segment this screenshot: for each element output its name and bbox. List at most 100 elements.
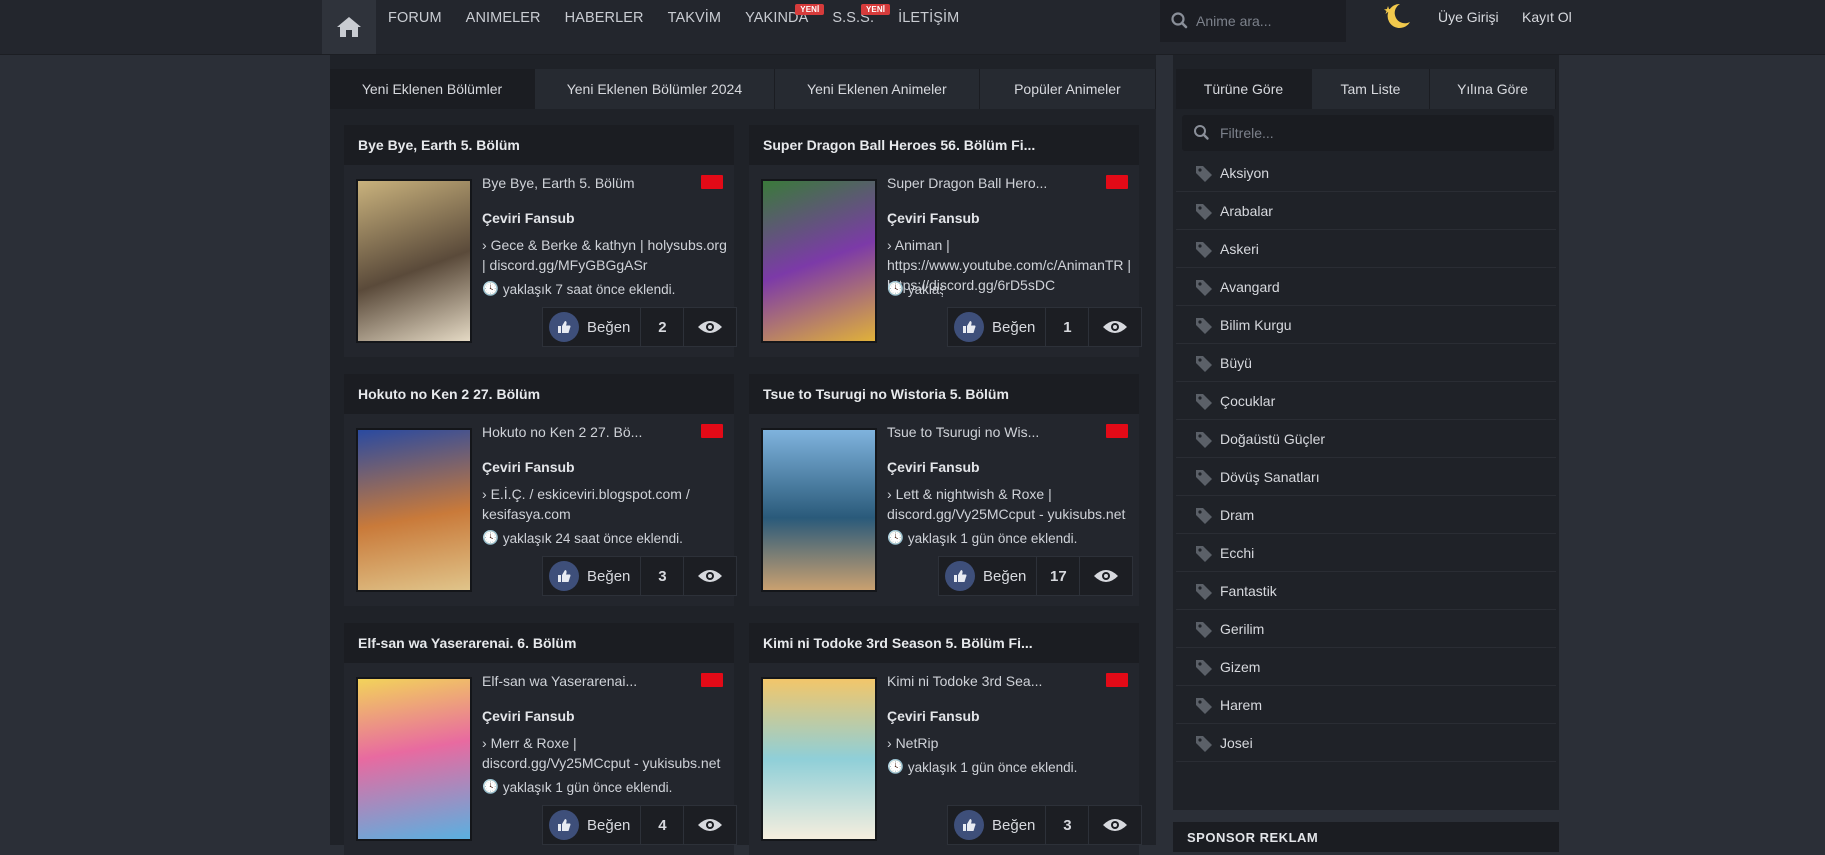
tag-icon xyxy=(1196,203,1212,220)
genre-item[interactable]: Doğaüstü Güçler xyxy=(1176,420,1556,458)
tab-popular-animes[interactable]: Popüler Animeler xyxy=(979,69,1156,109)
theme-toggle-button[interactable] xyxy=(1380,0,1414,34)
like-button[interactable]: Beğen xyxy=(948,806,1047,844)
like-count: 1 xyxy=(1046,308,1090,346)
like-button[interactable]: Beğen xyxy=(948,308,1047,346)
genre-item[interactable]: Avangard xyxy=(1176,268,1556,306)
genre-filter-input[interactable] xyxy=(1218,124,1522,142)
thumbs-up-icon xyxy=(954,312,984,342)
genre-item[interactable]: Dram xyxy=(1176,496,1556,534)
moon-icon xyxy=(1384,3,1410,28)
episode-title[interactable]: Tsue to Tsurugi no Wis... xyxy=(887,424,1097,440)
turkish-flag-icon xyxy=(701,673,723,687)
tab-by-year[interactable]: Yılına Göre xyxy=(1429,69,1556,109)
episode-card-header[interactable]: Bye Bye, Earth 5. Bölüm xyxy=(344,125,734,165)
genre-item[interactable]: Fantastik xyxy=(1176,572,1556,610)
home-button[interactable] xyxy=(322,0,376,54)
genre-item[interactable]: Dövüş Sanatları xyxy=(1176,458,1556,496)
tag-icon xyxy=(1196,165,1212,182)
episode-title[interactable]: Super Dragon Ball Hero... xyxy=(887,175,1097,191)
login-link[interactable]: Üye Girişi xyxy=(1438,0,1499,34)
anime-poster[interactable] xyxy=(761,179,877,343)
nav-item-label: FORUM xyxy=(388,10,442,26)
tag-icon xyxy=(1196,279,1212,296)
genre-item[interactable]: Josei xyxy=(1176,724,1556,762)
thumbs-up-icon xyxy=(549,561,579,591)
view-button[interactable] xyxy=(684,557,736,595)
episode-card-header[interactable]: Hokuto no Ken 2 27. Bölüm xyxy=(344,374,734,414)
anime-poster[interactable] xyxy=(761,677,877,841)
like-button[interactable]: Beğen xyxy=(543,308,642,346)
view-button[interactable] xyxy=(684,308,736,346)
top-navbar: FORUM ANIMELER HABERLER TAKVİM YAKINDA Y… xyxy=(0,0,1825,54)
genre-item[interactable]: Askeri xyxy=(1176,230,1556,268)
genre-label: Dövüş Sanatları xyxy=(1220,468,1320,485)
search-icon xyxy=(1194,125,1209,140)
genre-item[interactable]: Aksiyon xyxy=(1176,154,1556,192)
chevron-right-icon: › xyxy=(887,237,892,253)
clock-icon: 🕓 xyxy=(482,779,499,794)
episode-title[interactable]: Kimi ni Todoke 3rd Sea... xyxy=(887,673,1097,689)
nav-menu: FORUM ANIMELER HABERLER TAKVİM YAKINDA Y… xyxy=(376,0,971,36)
nav-item-animeler[interactable]: ANIMELER xyxy=(454,10,553,26)
view-button[interactable] xyxy=(1089,308,1141,346)
genre-item[interactable]: Bilim Kurgu xyxy=(1176,306,1556,344)
view-button[interactable] xyxy=(684,806,736,844)
episode-card-header[interactable]: Kimi ni Todoke 3rd Season 5. Bölüm Fi... xyxy=(749,623,1139,663)
register-link[interactable]: Kayıt Ol xyxy=(1522,0,1572,34)
tab-new-animes[interactable]: Yeni Eklenen Animeler xyxy=(774,69,980,109)
genre-filter-box xyxy=(1182,115,1554,151)
episode-title[interactable]: Elf-san wa Yaserarenai... xyxy=(482,673,692,689)
genre-item[interactable]: Harem xyxy=(1176,686,1556,724)
anime-search-input[interactable] xyxy=(1194,12,1338,30)
chevron-right-icon: › xyxy=(887,735,892,751)
tab-new-episodes[interactable]: Yeni Eklenen Bölümler xyxy=(330,69,535,109)
like-button[interactable]: Beğen xyxy=(543,557,642,595)
sponsor-title: SPONSOR REKLAM xyxy=(1187,830,1319,845)
like-button[interactable]: Beğen xyxy=(939,557,1038,595)
genre-item[interactable]: Çocuklar xyxy=(1176,382,1556,420)
episode-title[interactable]: Hokuto no Ken 2 27. Bö... xyxy=(482,424,692,440)
genre-item[interactable]: Büyü xyxy=(1176,344,1556,382)
anime-poster[interactable] xyxy=(356,428,472,592)
like-label: Beğen xyxy=(587,567,631,585)
genre-item[interactable]: Arabalar xyxy=(1176,192,1556,230)
episode-card: Bye Bye, Earth 5. Bölüm Bye Bye, Earth 5… xyxy=(344,125,738,357)
episode-card-header[interactable]: Elf-san wa Yaserarenai. 6. Bölüm xyxy=(344,623,734,663)
genre-label: Josei xyxy=(1220,734,1253,751)
like-button[interactable]: Beğen xyxy=(543,806,642,844)
card-actions: Beğen 4 xyxy=(542,805,738,845)
nav-item-sss[interactable]: S.S.S. YENİ xyxy=(820,4,891,26)
translators-value: E.İ.Ç. / eskiceviri.blogspot.com / kesif… xyxy=(482,486,690,522)
anime-poster[interactable] xyxy=(356,179,472,343)
tab-new-episodes-2024[interactable]: Yeni Eklenen Bölümler 2024 xyxy=(535,69,775,109)
translators-text: › NetRip xyxy=(887,733,1133,753)
genre-label: Çocuklar xyxy=(1220,392,1276,409)
episode-card-header[interactable]: Super Dragon Ball Heroes 56. Bölüm Fi... xyxy=(749,125,1139,165)
genre-label: Dram xyxy=(1220,506,1255,523)
episode-card-header[interactable]: Tsue to Tsurugi no Wistoria 5. Bölüm xyxy=(749,374,1139,414)
nav-item-yakinda[interactable]: YAKINDA YENİ xyxy=(733,4,825,26)
view-button[interactable] xyxy=(1080,557,1132,595)
genre-label: Avangard xyxy=(1220,278,1280,295)
nav-item-iletisim[interactable]: İLETİŞİM xyxy=(886,10,971,26)
translators-value: Merr & Roxe | discord.gg/Vy25MCcput - yu… xyxy=(482,735,721,771)
episode-title[interactable]: Bye Bye, Earth 5. Bölüm xyxy=(482,175,692,191)
genre-label: Büyü xyxy=(1220,354,1252,371)
nav-item-haberler[interactable]: HABERLER xyxy=(553,10,656,26)
genre-item[interactable]: Gerilim xyxy=(1176,610,1556,648)
view-button[interactable] xyxy=(1089,806,1141,844)
like-count: 3 xyxy=(641,557,685,595)
tab-full-list[interactable]: Tam Liste xyxy=(1311,69,1430,109)
eye-icon xyxy=(1103,321,1128,333)
anime-poster[interactable] xyxy=(356,677,472,841)
genre-label: Bilim Kurgu xyxy=(1220,316,1292,333)
genre-item[interactable]: Gizem xyxy=(1176,648,1556,686)
card-actions: Beğen 2 xyxy=(542,307,738,347)
tag-icon xyxy=(1196,583,1212,600)
anime-poster[interactable] xyxy=(761,428,877,592)
nav-item-forum[interactable]: FORUM xyxy=(376,10,454,26)
tab-by-genre[interactable]: Türüne Göre xyxy=(1176,69,1312,109)
genre-item[interactable]: Ecchi xyxy=(1176,534,1556,572)
nav-item-takvim[interactable]: TAKVİM xyxy=(656,10,734,26)
